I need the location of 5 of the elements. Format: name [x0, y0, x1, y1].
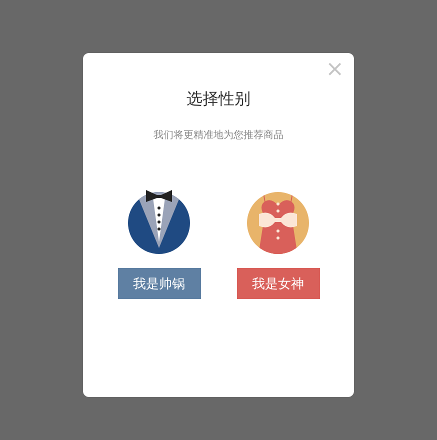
gender-button[interactable]: 我是帅锅: [118, 268, 200, 299]
dialog-title: 选择性别: [186, 89, 250, 110]
dialog-subtitle: 我们将更精准地为您推荐商品: [154, 128, 284, 142]
tuxedo-icon: [126, 188, 192, 254]
gender-button[interactable]: 我是女神: [236, 268, 320, 299]
